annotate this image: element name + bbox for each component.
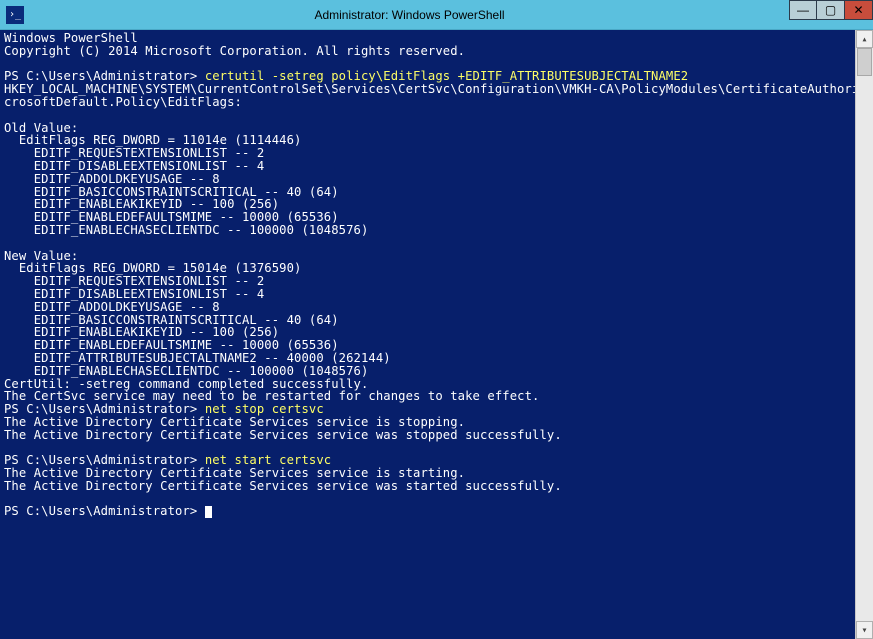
scroll-down-button[interactable]: ▾ — [856, 621, 873, 639]
client-area: Windows PowerShell Copyright (C) 2014 Mi… — [0, 30, 873, 639]
console-output[interactable]: Windows PowerShell Copyright (C) 2014 Mi… — [0, 30, 855, 639]
scroll-track[interactable] — [856, 48, 873, 621]
scroll-thumb[interactable] — [857, 48, 872, 76]
vertical-scrollbar[interactable]: ▴ ▾ — [855, 30, 873, 639]
minimize-button[interactable]: — — [789, 0, 817, 20]
powershell-window: ›_ Administrator: Windows PowerShell — ▢… — [0, 0, 873, 639]
out-line: EDITF_ENABLECHASECLIENTDC -- 100000 (104… — [4, 223, 368, 237]
out-line: The Active Directory Certificate Service… — [4, 428, 562, 442]
out-line: The Active Directory Certificate Service… — [4, 479, 562, 493]
out-line: Copyright (C) 2014 Microsoft Corporation… — [4, 44, 465, 58]
window-controls: — ▢ ✕ — [789, 0, 873, 22]
out-line: crosoftDefault.Policy\EditFlags: — [4, 95, 242, 109]
cursor — [205, 506, 212, 518]
close-button[interactable]: ✕ — [845, 0, 873, 20]
scroll-up-button[interactable]: ▴ — [856, 30, 873, 48]
powershell-icon: ›_ — [6, 6, 24, 24]
prompt: PS C:\Users\Administrator> — [4, 504, 205, 518]
maximize-button[interactable]: ▢ — [817, 0, 845, 20]
titlebar[interactable]: ›_ Administrator: Windows PowerShell — ▢… — [0, 0, 873, 30]
window-title: Administrator: Windows PowerShell — [30, 8, 789, 22]
